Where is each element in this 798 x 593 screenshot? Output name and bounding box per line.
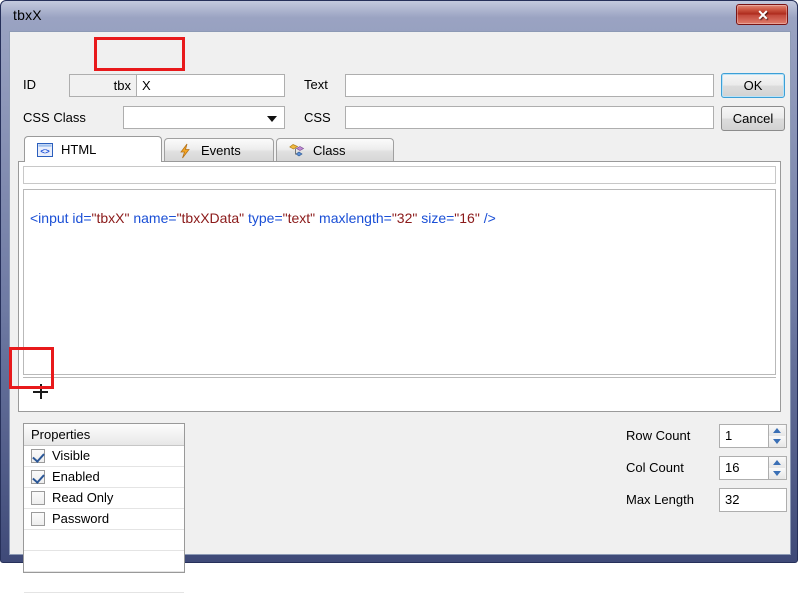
row-count-label: Row Count [626,428,691,443]
property-row[interactable]: Visible [24,446,184,467]
tab-events-label: Events [201,143,241,158]
caret-down-icon [773,439,781,444]
close-button[interactable]: ✕ [736,4,788,25]
ok-button[interactable]: OK [721,73,785,98]
tab-strip: <> HTML Events Class [18,136,781,162]
code-token: "tbxXData" [176,210,245,226]
tab-class-label: Class [313,143,346,158]
property-label: Enabled [52,469,100,484]
property-row[interactable]: Password [24,509,184,530]
code-token: /> [479,210,496,226]
code-line: <input id="tbxX" name="tbxXData" type="t… [30,210,496,226]
tab-class[interactable]: Class [276,138,394,162]
diamonds-icon [289,143,305,159]
code-token: "text" [282,210,316,226]
code-token: size= [417,210,455,226]
property-label: Password [52,511,110,526]
col-count-input[interactable]: 16 [719,456,769,480]
row-count-decrement[interactable] [769,436,785,447]
code-token: "16" [454,210,480,226]
id-label: ID [23,77,36,92]
row-count-stepper[interactable]: 1 [719,424,787,448]
col-count-stepper[interactable]: 16 [719,456,787,480]
text-label: Text [304,77,328,92]
property-row-empty [24,572,184,593]
col-count-decrement[interactable] [769,468,785,479]
tab-html-label: HTML [61,142,97,157]
id-value-input[interactable]: X [137,74,285,97]
code-token: maxlength= [315,210,392,226]
caret-up-icon [773,428,781,433]
expand-plus-icon[interactable] [33,384,49,400]
tab-events[interactable]: Events [164,138,274,162]
property-row[interactable]: Enabled [24,467,184,488]
row-count-buttons [769,424,787,448]
properties-header: Properties [24,424,184,446]
css-label: CSS [304,110,331,125]
col-count-buttons [769,456,787,480]
tab-html[interactable]: <> HTML [24,136,162,162]
code-token: type= [244,210,283,226]
css-class-label: CSS Class [23,110,86,125]
caret-up-icon [773,460,781,465]
title-bar: tbxX ✕ [1,1,798,31]
cancel-button[interactable]: Cancel [721,106,785,131]
id-field-group: tbx X [69,74,285,97]
property-label: Read Only [52,490,114,505]
code-token: "32" [391,210,418,226]
property-row-empty [24,551,184,572]
code-token: name= [129,210,177,226]
expander-row [23,377,776,408]
property-label: Visible [52,448,91,463]
text-input[interactable] [345,74,714,97]
property-row-empty [24,530,184,551]
tab-page-html: <input id="tbxX" name="tbxXData" type="t… [18,161,781,412]
dialog-client-area: ID tbx X Text OK CSS Class CSS Cancel <> [9,31,791,593]
svg-text:<>: <> [40,147,50,156]
css-input[interactable] [345,106,714,129]
max-length-input[interactable]: 32 [719,488,787,512]
row-count-input[interactable]: 1 [719,424,769,448]
close-icon: ✕ [757,7,769,23]
properties-panel: Properties Visible Enabled Read Only Passwo… [23,423,185,593]
caret-down-icon [773,471,781,476]
window-title: tbxX [13,7,42,23]
id-prefix-field[interactable]: tbx [69,74,137,97]
checkbox-read-only-icon[interactable] [31,491,45,505]
checkbox-password-icon[interactable] [31,512,45,526]
checkbox-enabled-icon[interactable] [31,470,45,484]
code-brackets-icon: <> [37,142,53,158]
max-length-label: Max Length [626,492,694,507]
col-count-label: Col Count [626,460,684,475]
css-class-dropdown[interactable] [123,106,285,129]
dialog-window: tbxX ✕ ID tbx X Text OK CSS Class CSS Ca… [0,0,798,593]
html-code-editor[interactable]: <input id="tbxX" name="tbxXData" type="t… [23,189,776,375]
code-token: <input [30,210,69,226]
chevron-down-icon [267,116,277,122]
editor-toolbar [23,166,776,184]
property-row[interactable]: Read Only [24,488,184,509]
lightning-bolt-icon [177,143,193,159]
checkbox-visible-icon[interactable] [31,449,45,463]
code-token: id= [68,210,92,226]
code-token: "tbxX" [91,210,130,226]
